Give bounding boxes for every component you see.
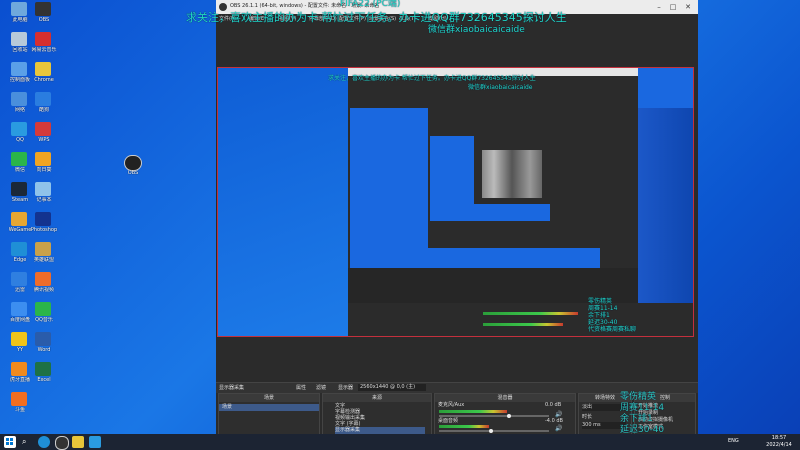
close-button[interactable]: ✕ (683, 3, 693, 11)
sources-dock: 来源 文字 字幕检测器 视频输出采集 文字 (字幕) 显示器采集 (322, 393, 432, 435)
desktop-icon[interactable]: Word (24, 332, 64, 360)
desktop-icon[interactable]: WPS (24, 122, 64, 150)
source-name: 显示器采集 (219, 385, 245, 391)
app-icon (35, 62, 51, 76)
desktop-icon[interactable]: QQ音乐 (24, 302, 64, 330)
start-button[interactable] (4, 436, 16, 448)
desktop-icon-label: OBS (38, 17, 50, 23)
folder-icon[interactable] (72, 436, 84, 448)
mixer-dock-title: 混音器 (435, 394, 575, 402)
obs-selected-icon[interactable]: OBS (113, 155, 153, 183)
overlay-line1: 求关注，喜欢主播的办为卡 帮忙过下任务。办卡进QQ群732645345探讨人生 (186, 11, 567, 24)
mixer-channel-name: 麦克风/Aux (438, 402, 465, 408)
nested-obs-window (348, 68, 638, 303)
app-icon (35, 92, 51, 106)
desktop-icon[interactable]: Excel (24, 362, 64, 390)
app-icon (35, 212, 51, 226)
desktop-icon[interactable]: 记事本 (24, 182, 64, 210)
desktop-icon[interactable]: 斗鱼 (0, 392, 40, 420)
search-icon[interactable]: ⌕ (22, 436, 34, 448)
volume-slider[interactable] (439, 429, 549, 433)
app-icon (35, 272, 51, 286)
app-icon (35, 122, 51, 136)
obs-taskbar-icon[interactable] (55, 436, 69, 450)
desktop-icon-label: QQ音乐 (35, 317, 53, 323)
preview-canvas[interactable]: 零伤精英 周赛11-14 余下排1 延迟30-40 代资格赛周赛私聊 求关注，喜… (217, 67, 694, 337)
mixer-meter (439, 425, 489, 428)
desktop-icon[interactable]: Photoshop (24, 212, 64, 240)
maximize-button[interactable]: □ (668, 3, 678, 11)
edge-icon[interactable] (38, 436, 50, 448)
nested-stats-overlay: 零伤精英 周赛11-14 余下排1 延迟30-40 代资格赛周赛私聊 (588, 298, 637, 333)
taskbar: ⌕ ENG 18:57 2022/4/14 (0, 434, 800, 450)
tray-date[interactable]: 2022/4/14 (762, 442, 796, 448)
filters-button[interactable]: 滤镜 (316, 384, 326, 391)
desktop-icon-label: WPS (38, 137, 50, 143)
mixer-channel-db: -4.0 dB (545, 418, 563, 424)
desktop-icon-label: 酷狗 (38, 107, 49, 113)
desktop-icon-label: Photoshop (30, 227, 58, 233)
app-icon (35, 362, 51, 376)
nested-overlay-line2: 微信群xiaobaicaicaide (468, 84, 533, 91)
nested-preview (350, 108, 600, 268)
app-icon (35, 242, 51, 256)
obs-logo-icon (219, 3, 227, 11)
properties-button[interactable]: 属性 (296, 384, 306, 391)
desktop-icon-label: 斗鱼 (14, 407, 25, 413)
desktop-icon-label: 腾讯视频 (33, 287, 54, 293)
mixer-meter (439, 410, 507, 413)
desktop-icon[interactable]: 向日葵 (24, 152, 64, 180)
desktop-icon-label: 记事本 (36, 197, 52, 203)
nested-overlay-line1: 求关注，喜欢主播的办为卡 帮忙过下任务。办卡进QQ群732645345探讨人生 (328, 75, 536, 82)
scenes-dock: 场景 场景 (218, 393, 320, 435)
overlay-top-partial: FIFA22 (PC端) (340, 0, 401, 9)
desktop-icon[interactable]: 腾讯视频 (24, 272, 64, 300)
mixer-dock: 混音器 麦克风/Aux 0.0 dB 🔊 桌面音频 -4.0 dB 🔊 (434, 393, 576, 435)
app-icon (35, 182, 51, 196)
desktop-icon-label: Chrome (34, 77, 54, 83)
desktop-icon-label: 英雄联盟 (33, 257, 54, 263)
desktop-icon-label: 向日葵 (36, 167, 52, 173)
app-icon (35, 32, 51, 46)
qq-icon[interactable] (89, 436, 101, 448)
speaker-icon[interactable]: 🔊 (555, 425, 562, 432)
desktop-icon-label: 网易云音乐 (31, 47, 57, 53)
overlay-line2: 微信群xiaobaicaicaide (428, 25, 525, 35)
duration-label: 时长 (582, 414, 593, 420)
desktop-icon[interactable]: 英雄联盟 (24, 242, 64, 270)
volume-slider[interactable] (439, 414, 549, 418)
obs-icon (124, 155, 142, 171)
display-select[interactable]: 2560x1440 @ 0,0 (主) (358, 384, 426, 391)
display-label: 显示器 (338, 385, 354, 391)
tray-language[interactable]: ENG (728, 438, 739, 444)
app-icon (35, 302, 51, 316)
mixer-channel-db: 0.0 dB (545, 402, 562, 408)
desktop-icon-label: Excel (37, 377, 51, 383)
scene-item[interactable]: 场景 (219, 404, 319, 411)
preview-desktop (218, 68, 348, 336)
app-icon (35, 152, 51, 166)
preview-right-desktop (638, 108, 693, 336)
minimize-button[interactable]: – (654, 3, 664, 11)
source-item[interactable]: 显示器采集 (335, 427, 425, 434)
obs-window: OBS 26.1.1 (64-bit, windows) - 配置文件: 未命名… (216, 0, 698, 435)
app-icon (35, 332, 51, 346)
scenes-dock-title: 场景 (219, 394, 319, 402)
speaker-icon[interactable]: 🔊 (555, 411, 562, 418)
desktop-icon[interactable]: 网易云音乐 (24, 32, 64, 60)
desktop-icon-label: Word (37, 347, 51, 353)
sources-dock-title: 来源 (323, 394, 431, 402)
desktop-icon[interactable]: Chrome (24, 62, 64, 90)
desktop-icon[interactable]: OBS (24, 2, 64, 30)
mixer-channel-name: 桌面音频 (438, 418, 459, 424)
tray-time[interactable]: 18:57 (762, 435, 796, 441)
desktop-icon[interactable]: 酷狗 (24, 92, 64, 120)
app-icon (11, 392, 27, 406)
app-icon (35, 2, 51, 16)
